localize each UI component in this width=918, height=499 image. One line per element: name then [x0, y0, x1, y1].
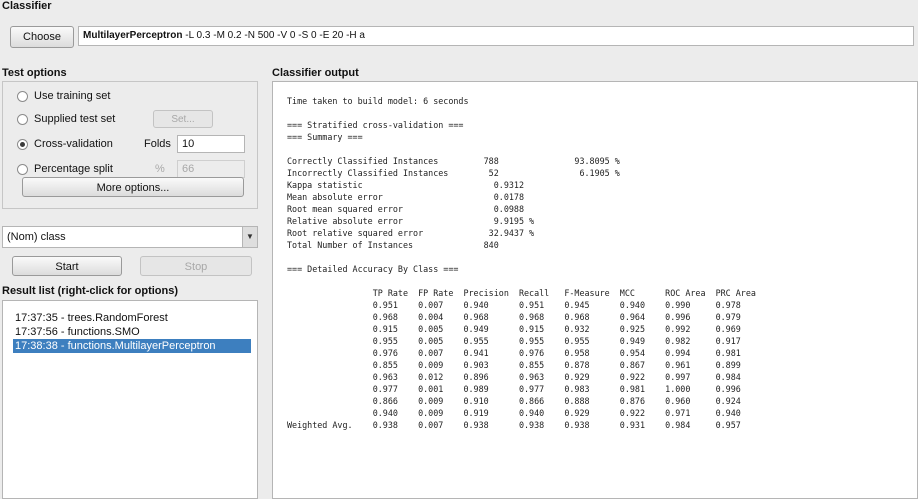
class-attribute-select[interactable]: (Nom) class ▼: [2, 226, 258, 248]
set-button[interactable]: Set...: [153, 110, 213, 128]
start-button[interactable]: Start: [12, 256, 122, 276]
classifier-name: MultilayerPerceptron: [83, 30, 183, 41]
stop-button[interactable]: Stop: [140, 256, 252, 276]
classifier-output-panel[interactable]: Time taken to build model: 6 seconds ===…: [272, 81, 918, 499]
classifier-config-field[interactable]: MultilayerPerceptron -L 0.3 -M 0.2 -N 50…: [78, 26, 914, 46]
classifier-output-title: Classifier output: [272, 67, 359, 79]
radio-circle-selected[interactable]: [17, 138, 28, 150]
radio-circle[interactable]: [17, 90, 28, 102]
more-options-button[interactable]: More options...: [22, 177, 244, 197]
radio-circle[interactable]: [17, 163, 28, 175]
radio-label: Cross-validation: [34, 138, 113, 150]
radio-percentage-split[interactable]: Percentage split: [17, 160, 113, 178]
result-list-item[interactable]: 17:37:35 - trees.RandomForest: [13, 311, 251, 325]
percent-label: %: [155, 163, 165, 175]
result-list-title: Result list (right-click for options): [2, 285, 179, 297]
percent-input[interactable]: 66: [177, 160, 245, 178]
radio-cross-validation[interactable]: Cross-validation: [17, 135, 113, 153]
folds-input[interactable]: 10: [177, 135, 245, 153]
radio-label: Supplied test set: [34, 113, 116, 125]
choose-button[interactable]: Choose: [10, 26, 74, 48]
classifier-section-title: Classifier: [2, 0, 52, 12]
test-options-title: Test options: [2, 67, 67, 79]
radio-label: Use training set: [34, 90, 111, 102]
class-select-value: (Nom) class: [7, 231, 66, 243]
radio-circle[interactable]: [17, 113, 28, 125]
result-list-item[interactable]: 17:37:56 - functions.SMO: [13, 325, 251, 339]
chevron-down-icon[interactable]: ▼: [242, 227, 257, 247]
classifier-options: -L 0.3 -M 0.2 -N 500 -V 0 -S 0 -E 20 -H …: [182, 30, 365, 41]
radio-use-training-set[interactable]: Use training set: [17, 87, 110, 105]
radio-label: Percentage split: [34, 163, 113, 175]
radio-supplied-test-set[interactable]: Supplied test set: [17, 110, 115, 128]
result-list-item-selected[interactable]: 17:38:38 - functions.MultilayerPerceptro…: [13, 339, 251, 353]
result-list[interactable]: 17:37:35 - trees.RandomForest 17:37:56 -…: [2, 300, 258, 499]
classifier-output-text: Time taken to build model: 6 seconds ===…: [287, 96, 756, 430]
folds-label: Folds: [144, 138, 171, 150]
